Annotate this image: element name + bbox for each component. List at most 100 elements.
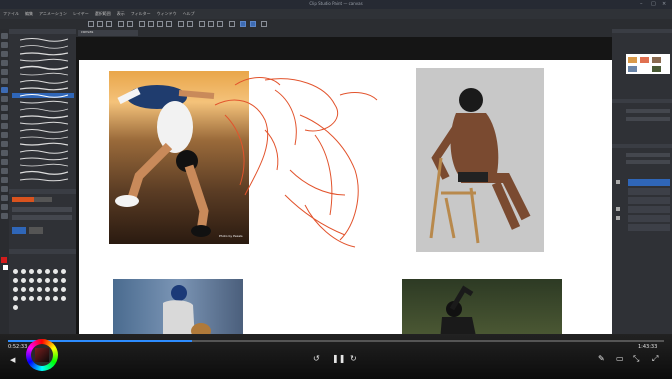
brush-item-selected[interactable] (12, 93, 74, 98)
edit-pen-icon[interactable]: ✎ (598, 355, 605, 363)
color-set-swatch[interactable] (53, 278, 58, 283)
layer-row[interactable] (628, 188, 670, 195)
correct-line-tool-icon[interactable] (1, 213, 8, 219)
reference-photo-baseball[interactable] (113, 279, 243, 341)
frame-tool-icon[interactable] (1, 177, 8, 183)
brush-item[interactable] (12, 51, 74, 56)
brush-item[interactable] (12, 128, 74, 133)
brush-item[interactable] (12, 58, 74, 63)
brush-item[interactable] (12, 156, 74, 161)
gradient-tool-icon[interactable] (1, 159, 8, 165)
brush-item[interactable] (12, 149, 74, 154)
brush-item[interactable] (12, 114, 74, 119)
brush-item[interactable] (12, 44, 74, 49)
brush-active-icon[interactable] (250, 21, 256, 27)
menu-file[interactable]: ファイル (3, 11, 19, 17)
brush-item[interactable] (12, 107, 74, 112)
brush-item[interactable] (12, 100, 74, 105)
decoration-tool-icon[interactable] (1, 123, 8, 129)
visibility-eye-icon[interactable] (616, 180, 620, 184)
brush-item[interactable] (12, 142, 74, 147)
brush-item[interactable] (12, 65, 74, 70)
stabilization-box[interactable] (29, 227, 43, 234)
color-set-swatch[interactable] (29, 278, 34, 283)
color-set-swatch[interactable] (13, 296, 18, 301)
layer-row[interactable] (628, 224, 670, 231)
anti-alias-row[interactable] (12, 215, 72, 220)
lasso-tool-icon[interactable] (1, 69, 8, 75)
color-set-swatch[interactable] (61, 287, 66, 292)
menu-layer[interactable]: レイヤー (73, 11, 89, 17)
color-set-swatch[interactable] (37, 269, 42, 274)
crop-icon[interactable] (178, 21, 184, 27)
pen-tool-icon[interactable] (1, 87, 8, 93)
clear-icon[interactable] (139, 21, 145, 27)
rewind-icon[interactable]: ↺ (313, 355, 320, 363)
color-set-swatch[interactable] (13, 305, 18, 310)
open-file-icon[interactable] (97, 21, 103, 27)
new-file-icon[interactable] (88, 21, 94, 27)
color-set-swatch[interactable] (21, 287, 26, 292)
menu-edit[interactable]: 編集 (25, 11, 33, 17)
brush-preview[interactable] (12, 227, 26, 234)
layer-blend-select[interactable] (626, 153, 670, 157)
ruler-tool-icon[interactable] (1, 186, 8, 192)
color-set-swatch[interactable] (37, 296, 42, 301)
pencil-active-icon[interactable] (240, 21, 246, 27)
color-set-swatch[interactable] (29, 296, 34, 301)
sub-color-swatch[interactable] (3, 265, 8, 270)
color-set-swatch[interactable] (29, 287, 34, 292)
snap-grid-icon[interactable] (208, 21, 214, 27)
visibility-eye-icon[interactable] (616, 207, 620, 211)
layer-row[interactable] (628, 197, 670, 204)
transform-icon[interactable] (148, 21, 154, 27)
color-set-swatch[interactable] (37, 278, 42, 283)
visibility-eye-icon[interactable] (616, 216, 620, 220)
color-set-swatch[interactable] (45, 269, 50, 274)
airbrush-tool-icon[interactable] (1, 114, 8, 120)
color-set-swatch[interactable] (61, 269, 66, 274)
color-set-swatch[interactable] (13, 278, 18, 283)
text-tool-icon[interactable] (1, 195, 8, 201)
layer-row-selected[interactable] (628, 179, 670, 186)
menu-animation[interactable]: アニメーション (39, 11, 67, 17)
color-set-swatch[interactable] (45, 278, 50, 283)
brush-item[interactable] (12, 86, 74, 91)
snap-ruler-icon[interactable] (199, 21, 205, 27)
figure-tool-icon[interactable] (1, 168, 8, 174)
hand-tool-icon[interactable] (1, 42, 8, 48)
snap-special-icon[interactable] (217, 21, 223, 27)
color-set-swatch[interactable] (29, 269, 34, 274)
pause-icon[interactable]: ❚❚ (332, 355, 345, 363)
zoom-tool-icon[interactable] (1, 33, 8, 39)
brush-item[interactable] (12, 135, 74, 140)
minimize-video-icon[interactable]: ⤡ (633, 355, 639, 363)
layer-row[interactable] (628, 206, 670, 213)
eyedropper-tool-icon[interactable] (1, 78, 8, 84)
brush-item[interactable] (12, 72, 74, 77)
brush-item[interactable] (12, 79, 74, 84)
color-set-swatch[interactable] (21, 269, 26, 274)
eraser-tool-icon[interactable] (1, 132, 8, 138)
undo-icon[interactable] (118, 21, 124, 27)
select-tool-icon[interactable] (1, 60, 8, 66)
layer-opacity-row[interactable] (626, 160, 670, 164)
canvas-tab[interactable]: canvas (78, 30, 138, 36)
color-set-swatch[interactable] (37, 287, 42, 292)
fullscreen-icon[interactable]: ⤢ (652, 355, 658, 363)
blend-tool-icon[interactable] (1, 141, 8, 147)
navigator-preview[interactable] (626, 54, 670, 74)
color-set-swatch[interactable] (45, 296, 50, 301)
color-set-swatch[interactable] (13, 269, 18, 274)
opacity-slider[interactable] (12, 207, 72, 212)
balloon-tool-icon[interactable] (1, 204, 8, 210)
brush-tool-icon[interactable] (1, 105, 8, 111)
color-set-swatch[interactable] (21, 278, 26, 283)
reference-photo-stadium-pitcher[interactable] (402, 279, 562, 341)
pencil-tool-icon[interactable] (1, 96, 8, 102)
menu-selection[interactable]: 選択範囲 (95, 11, 111, 17)
save-icon[interactable] (106, 21, 112, 27)
brush-item[interactable] (12, 121, 74, 126)
layer-row[interactable] (628, 215, 670, 222)
menu-help[interactable]: ヘルプ (183, 11, 195, 17)
